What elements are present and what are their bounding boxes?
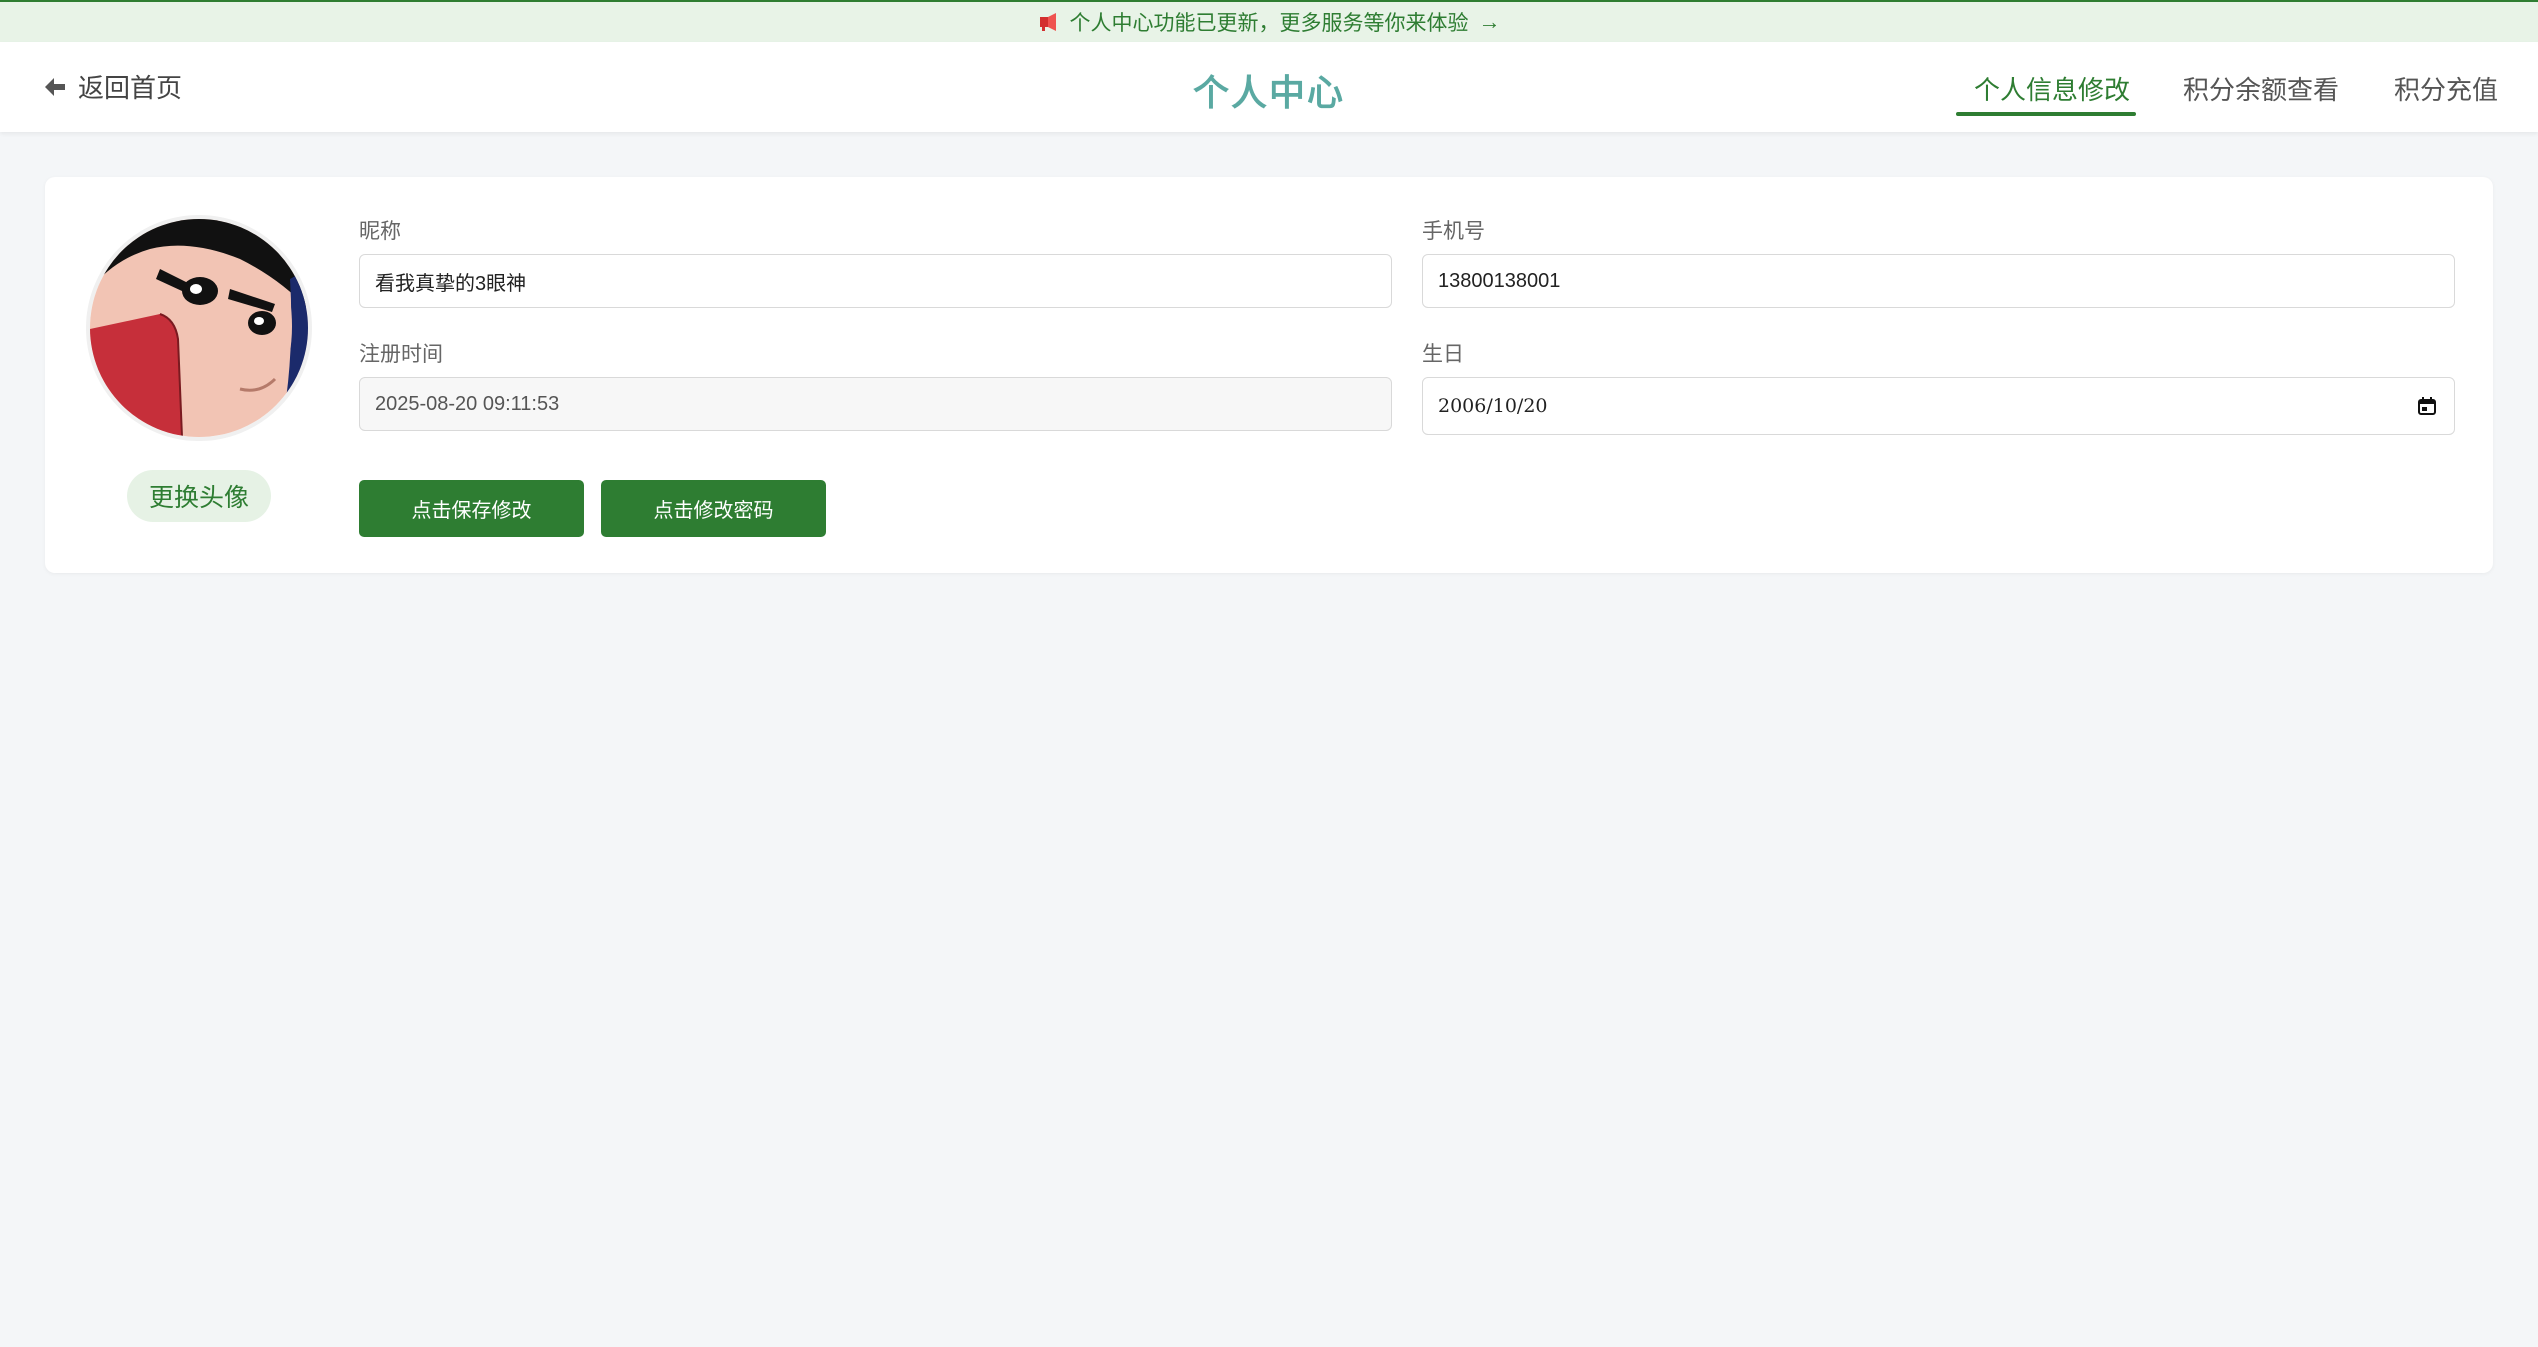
birthday-date-input[interactable]: 2006/10/20 xyxy=(1422,377,2455,435)
tab-points-recharge[interactable]: 积分充值 xyxy=(2394,70,2498,107)
avatar-image xyxy=(90,219,308,437)
change-avatar-button[interactable]: 更换头像 xyxy=(127,470,271,522)
phone-label: 手机号 xyxy=(1422,220,1485,243)
announcement-banner[interactable]: 个人中心功能已更新，更多服务等你来体验 → xyxy=(0,0,2538,42)
save-changes-button[interactable]: 点击保存修改 xyxy=(359,480,584,537)
calendar-icon[interactable] xyxy=(2418,397,2436,415)
change-password-button[interactable]: 点击修改密码 xyxy=(601,480,826,537)
tab-profile-edit[interactable]: 个人信息修改 xyxy=(1974,70,2130,107)
phone-input[interactable] xyxy=(1422,254,2455,308)
page-title-text: 个人中心 xyxy=(1192,72,1345,113)
arrow-right-icon: → xyxy=(1478,9,1501,34)
top-header: 返回首页 个人中心 个人信息修改 积分余额查看 积分充值 xyxy=(0,42,2538,132)
page-title: 个人中心 xyxy=(0,64,2538,116)
birthday-value: 2006/10/20 xyxy=(1438,395,1548,417)
banner-text: 个人中心功能已更新，更多服务等你来体验 xyxy=(1069,12,1469,35)
active-tab-indicator xyxy=(1956,112,2136,116)
tab-points-balance[interactable]: 积分余额查看 xyxy=(2183,70,2339,107)
avatar[interactable] xyxy=(86,215,312,441)
profile-card: 更换头像 昵称 手机号 注册时间 生日 2006/10/20 点击保存修改 点击… xyxy=(45,177,2493,573)
birthday-label: 生日 xyxy=(1422,343,1464,366)
megaphone-icon xyxy=(1039,13,1056,31)
nickname-input[interactable] xyxy=(359,254,1392,308)
register-time-field xyxy=(359,377,1392,431)
register-time-label: 注册时间 xyxy=(359,343,443,366)
nickname-label: 昵称 xyxy=(359,220,401,243)
